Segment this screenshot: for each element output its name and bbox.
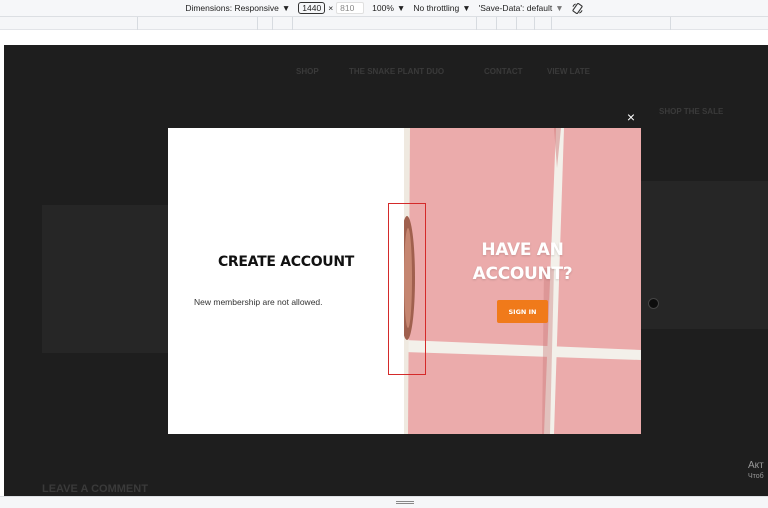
chevron-down-icon: ▼ [555, 3, 564, 13]
create-account-title: CREATE ACCOUNT [217, 254, 355, 270]
rotate-icon[interactable] [572, 2, 583, 14]
save-data-dropdown[interactable]: 'Save-Data': default ▼ [479, 3, 564, 13]
chevron-down-icon: ▼ [396, 3, 406, 13]
chevron-down-icon: ▼ [462, 3, 471, 13]
have-account-title: HAVE AN ACCOUNT? [472, 240, 573, 284]
nav-item: VIEW LATE [547, 67, 590, 76]
devtools-bottom-resizer[interactable] [0, 496, 768, 508]
nav-item: SHOP [296, 67, 319, 76]
nav-item: CONTACT [484, 67, 523, 76]
chevron-down-icon: ▼ [281, 3, 291, 13]
devtools-toolbar: Dimensions: Responsive ▼ 1440 × 810 100%… [0, 0, 768, 17]
highlight-box [388, 203, 426, 375]
sale-badge: SHOP THE SALE [659, 107, 724, 116]
activation-watermark: Акт Чтоб [748, 460, 764, 480]
throttling-label: No throttling [413, 3, 460, 13]
save-data-label: 'Save-Data': default [478, 3, 553, 13]
membership-message: New membership are not allowed. [194, 297, 323, 307]
zoom-label: 100% [372, 3, 394, 13]
dimensions-label: Dimensions: Responsive [185, 3, 279, 13]
device-ruler [0, 17, 768, 30]
section-heading: LEAVE A COMMENT [42, 483, 148, 495]
times-sign: × [328, 3, 334, 13]
bg-product-block [42, 205, 172, 353]
create-account-panel: CREATE ACCOUNT New membership are not al… [168, 128, 404, 434]
dimensions-dropdown[interactable]: Dimensions: Responsive ▼ [185, 3, 290, 13]
carousel-dot[interactable] [648, 298, 659, 309]
width-input[interactable]: 1440 [298, 2, 326, 14]
sign-in-panel: HAVE AN ACCOUNT? SIGN IN [404, 128, 641, 434]
sign-in-button[interactable]: SIGN IN [497, 300, 548, 323]
zoom-dropdown[interactable]: 100% ▼ [372, 3, 405, 13]
resize-grip-icon[interactable] [396, 501, 414, 504]
nav-item: THE SNAKE PLANT DUO [349, 67, 445, 76]
close-icon[interactable]: × [623, 109, 639, 125]
throttling-dropdown[interactable]: No throttling ▼ [413, 3, 470, 13]
height-input[interactable]: 810 [336, 2, 365, 14]
